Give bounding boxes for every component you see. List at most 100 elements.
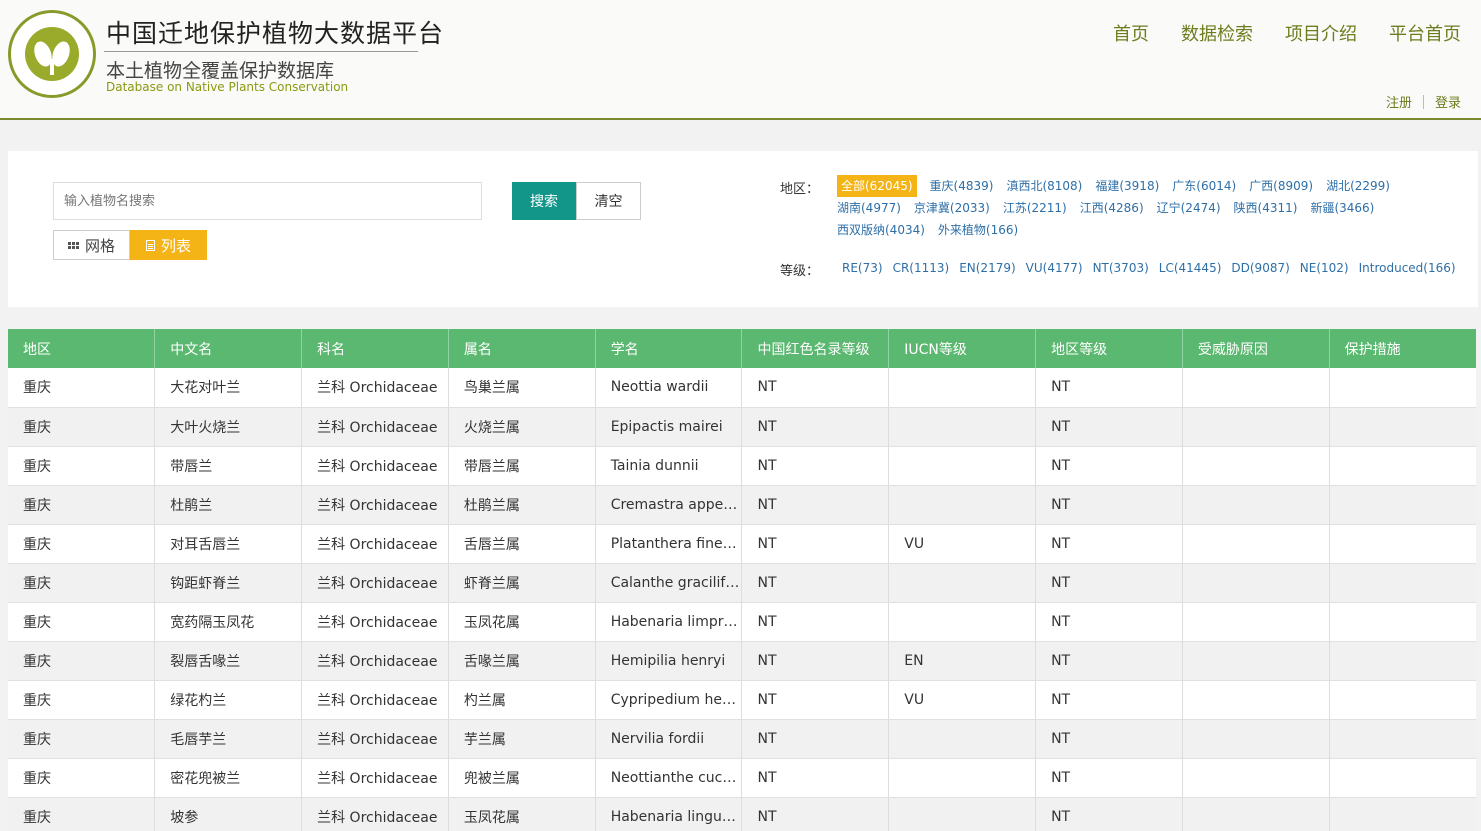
grid-view-button[interactable]: 网格 [53, 230, 130, 260]
nav-data-search[interactable]: 数据检索 [1181, 20, 1253, 46]
column-header[interactable]: 学名 [595, 329, 743, 368]
table-cell: 芋兰属 [448, 719, 596, 759]
region-tag[interactable]: 江苏(2211) [1003, 197, 1067, 219]
column-header[interactable]: 地区等级 [1035, 329, 1183, 368]
region-tag[interactable]: 重庆(4839) [930, 175, 994, 197]
search-input[interactable] [53, 182, 482, 220]
column-header[interactable]: 地区 [8, 329, 156, 368]
level-filter-list: RE(73) CR(1113) EN(2179) VU(4177) NT(3703) LC… [842, 257, 1462, 279]
table-cell: Hemipilia henryi [595, 641, 743, 681]
table-cell: 带唇兰属 [448, 446, 596, 486]
level-filter-label: 等级： [780, 264, 820, 279]
region-tag[interactable]: 广西(8909) [1249, 175, 1313, 197]
table-cell [1182, 758, 1330, 798]
table-cell [888, 446, 1037, 486]
table-cell: NT [1035, 368, 1183, 408]
table-cell: 杜鹃兰 [154, 485, 303, 525]
table-header-row: 地区 中文名 科名 属名 学名 中国红色名录等级 IUCN等级 地区等级 受威胁原因 保护措施 [8, 329, 1476, 368]
region-tag[interactable]: 陕西(4311) [1234, 197, 1298, 219]
clear-button[interactable]: 清空 [576, 182, 641, 220]
table-row[interactable]: 重庆 大叶火烧兰 兰科 Orchidaceae 火烧兰属 Epipactis maire… [8, 407, 1476, 447]
table-cell [888, 563, 1037, 603]
nav-home[interactable]: 首页 [1113, 20, 1149, 46]
table-row[interactable]: 重庆 毛唇芋兰 兰科 Orchidaceae 芋兰属 Nervilia fordii NT… [8, 719, 1476, 759]
nav-platform-home[interactable]: 平台首页 [1389, 20, 1461, 46]
column-header[interactable]: 属名 [448, 329, 596, 368]
header: 中国迁地保护植物大数据平台 本土植物全覆盖保护数据库 Database on N… [0, 0, 1481, 120]
table-row[interactable]: 重庆 坡参 兰科 Orchidaceae 玉凤花属 Habenaria lingu… NT… [8, 797, 1476, 831]
column-header[interactable]: IUCN等级 [888, 329, 1037, 368]
nav-project-intro[interactable]: 项目介绍 [1285, 20, 1357, 46]
table-cell: NT [741, 641, 890, 681]
level-tag[interactable]: LC(41445) [1159, 257, 1222, 279]
region-filter-label: 地区： [780, 182, 820, 197]
table-cell: NT [1035, 719, 1183, 759]
table-cell [888, 602, 1037, 642]
level-tag[interactable]: Introduced(166) [1359, 257, 1456, 279]
level-tag[interactable]: NE(102) [1300, 257, 1349, 279]
table-cell: 密花兜被兰 [154, 758, 303, 798]
region-tag[interactable]: 滇西北(8108) [1006, 175, 1082, 197]
table-row[interactable]: 重庆 裂唇舌喙兰 兰科 Orchidaceae 舌喙兰属 Hemipilia henry… [8, 641, 1476, 681]
list-view-button[interactable]: 列表 [130, 230, 207, 260]
table-row[interactable]: 重庆 对耳舌唇兰 兰科 Orchidaceae 舌唇兰属 Platanthera fin… [8, 524, 1476, 564]
level-tag[interactable]: DD(9087) [1231, 257, 1289, 279]
register-link[interactable]: 注册 [1386, 92, 1412, 111]
table-cell [1329, 485, 1476, 525]
table-cell: NT [1035, 758, 1183, 798]
site-subtitle-en: Database on Native Plants Conservation [106, 80, 349, 94]
account-links: 注册 登录 [1386, 92, 1461, 111]
table-cell: NT [1035, 797, 1183, 831]
table-cell [1329, 641, 1476, 681]
column-header[interactable]: 科名 [301, 329, 449, 368]
level-tag[interactable]: NT(3703) [1093, 257, 1149, 279]
table-row[interactable]: 重庆 大花对叶兰 兰科 Orchidaceae 鸟巢兰属 Neottia wardii N… [8, 368, 1476, 408]
level-tag[interactable]: RE(73) [842, 257, 883, 279]
table-row[interactable]: 重庆 带唇兰 兰科 Orchidaceae 带唇兰属 Tainia dunnii NT NT [8, 446, 1476, 486]
level-tag[interactable]: CR(1113) [893, 257, 950, 279]
table-row[interactable]: 重庆 宽药隔玉凤花 兰科 Orchidaceae 玉凤花属 Habenaria limp… [8, 602, 1476, 642]
table-cell: Neottianthe cuc… [595, 758, 743, 798]
table-cell: 重庆 [8, 758, 156, 798]
table-cell: 杜鹃兰属 [448, 485, 596, 525]
table-cell: Epipactis mairei [595, 407, 743, 447]
table-cell [1182, 641, 1330, 681]
region-tag[interactable]: 西双版纳(4034) [837, 219, 925, 241]
table-cell [888, 758, 1037, 798]
region-tag[interactable]: 外来植物(166) [938, 219, 1018, 241]
logo[interactable] [8, 10, 96, 98]
region-tag[interactable]: 京津冀(2033) [914, 197, 990, 219]
table-cell: NT [741, 407, 890, 447]
column-header[interactable]: 保护措施 [1329, 329, 1476, 368]
region-tag[interactable]: 湖北(2299) [1326, 175, 1390, 197]
table-cell: 玉凤花属 [448, 602, 596, 642]
table-row[interactable]: 重庆 钩距虾脊兰 兰科 Orchidaceae 虾脊兰属 Calanthe gracil… [8, 563, 1476, 603]
search-button[interactable]: 搜索 [512, 182, 576, 220]
column-header[interactable]: 中国红色名录等级 [741, 329, 890, 368]
region-tag[interactable]: 福建(3918) [1095, 175, 1159, 197]
results-table-wrap: 地区 中文名 科名 属名 学名 中国红色名录等级 IUCN等级 地区等级 受威胁原因 保护措施 重… [8, 329, 1476, 831]
region-tag[interactable]: 湖南(4977) [837, 197, 901, 219]
level-tag[interactable]: EN(2179) [959, 257, 1015, 279]
login-link[interactable]: 登录 [1435, 92, 1461, 111]
table-cell [888, 719, 1037, 759]
table-cell [1182, 680, 1330, 720]
table-cell: 重庆 [8, 407, 156, 447]
column-header[interactable]: 中文名 [154, 329, 303, 368]
level-tag[interactable]: VU(4177) [1026, 257, 1083, 279]
table-row[interactable]: 重庆 杜鹃兰 兰科 Orchidaceae 杜鹃兰属 Cremastra appe… NT… [8, 485, 1476, 525]
table-row[interactable]: 重庆 绿花杓兰 兰科 Orchidaceae 杓兰属 Cypripedium he… NT… [8, 680, 1476, 720]
region-tag[interactable]: 全部(62045) [837, 175, 917, 197]
table-cell: 杓兰属 [448, 680, 596, 720]
region-tag[interactable]: 广东(6014) [1172, 175, 1236, 197]
table-cell: 火烧兰属 [448, 407, 596, 447]
region-tag[interactable]: 辽宁(2474) [1157, 197, 1221, 219]
table-cell: 宽药隔玉凤花 [154, 602, 303, 642]
region-tag[interactable]: 新疆(3466) [1310, 197, 1374, 219]
column-header[interactable]: 受威胁原因 [1182, 329, 1330, 368]
site-title[interactable]: 中国迁地保护植物大数据平台 [106, 14, 444, 50]
table-cell: 重庆 [8, 563, 156, 603]
table-cell: 大叶火烧兰 [154, 407, 303, 447]
region-tag[interactable]: 江西(4286) [1080, 197, 1144, 219]
table-row[interactable]: 重庆 密花兜被兰 兰科 Orchidaceae 兜被兰属 Neottianthe cuc… [8, 758, 1476, 798]
